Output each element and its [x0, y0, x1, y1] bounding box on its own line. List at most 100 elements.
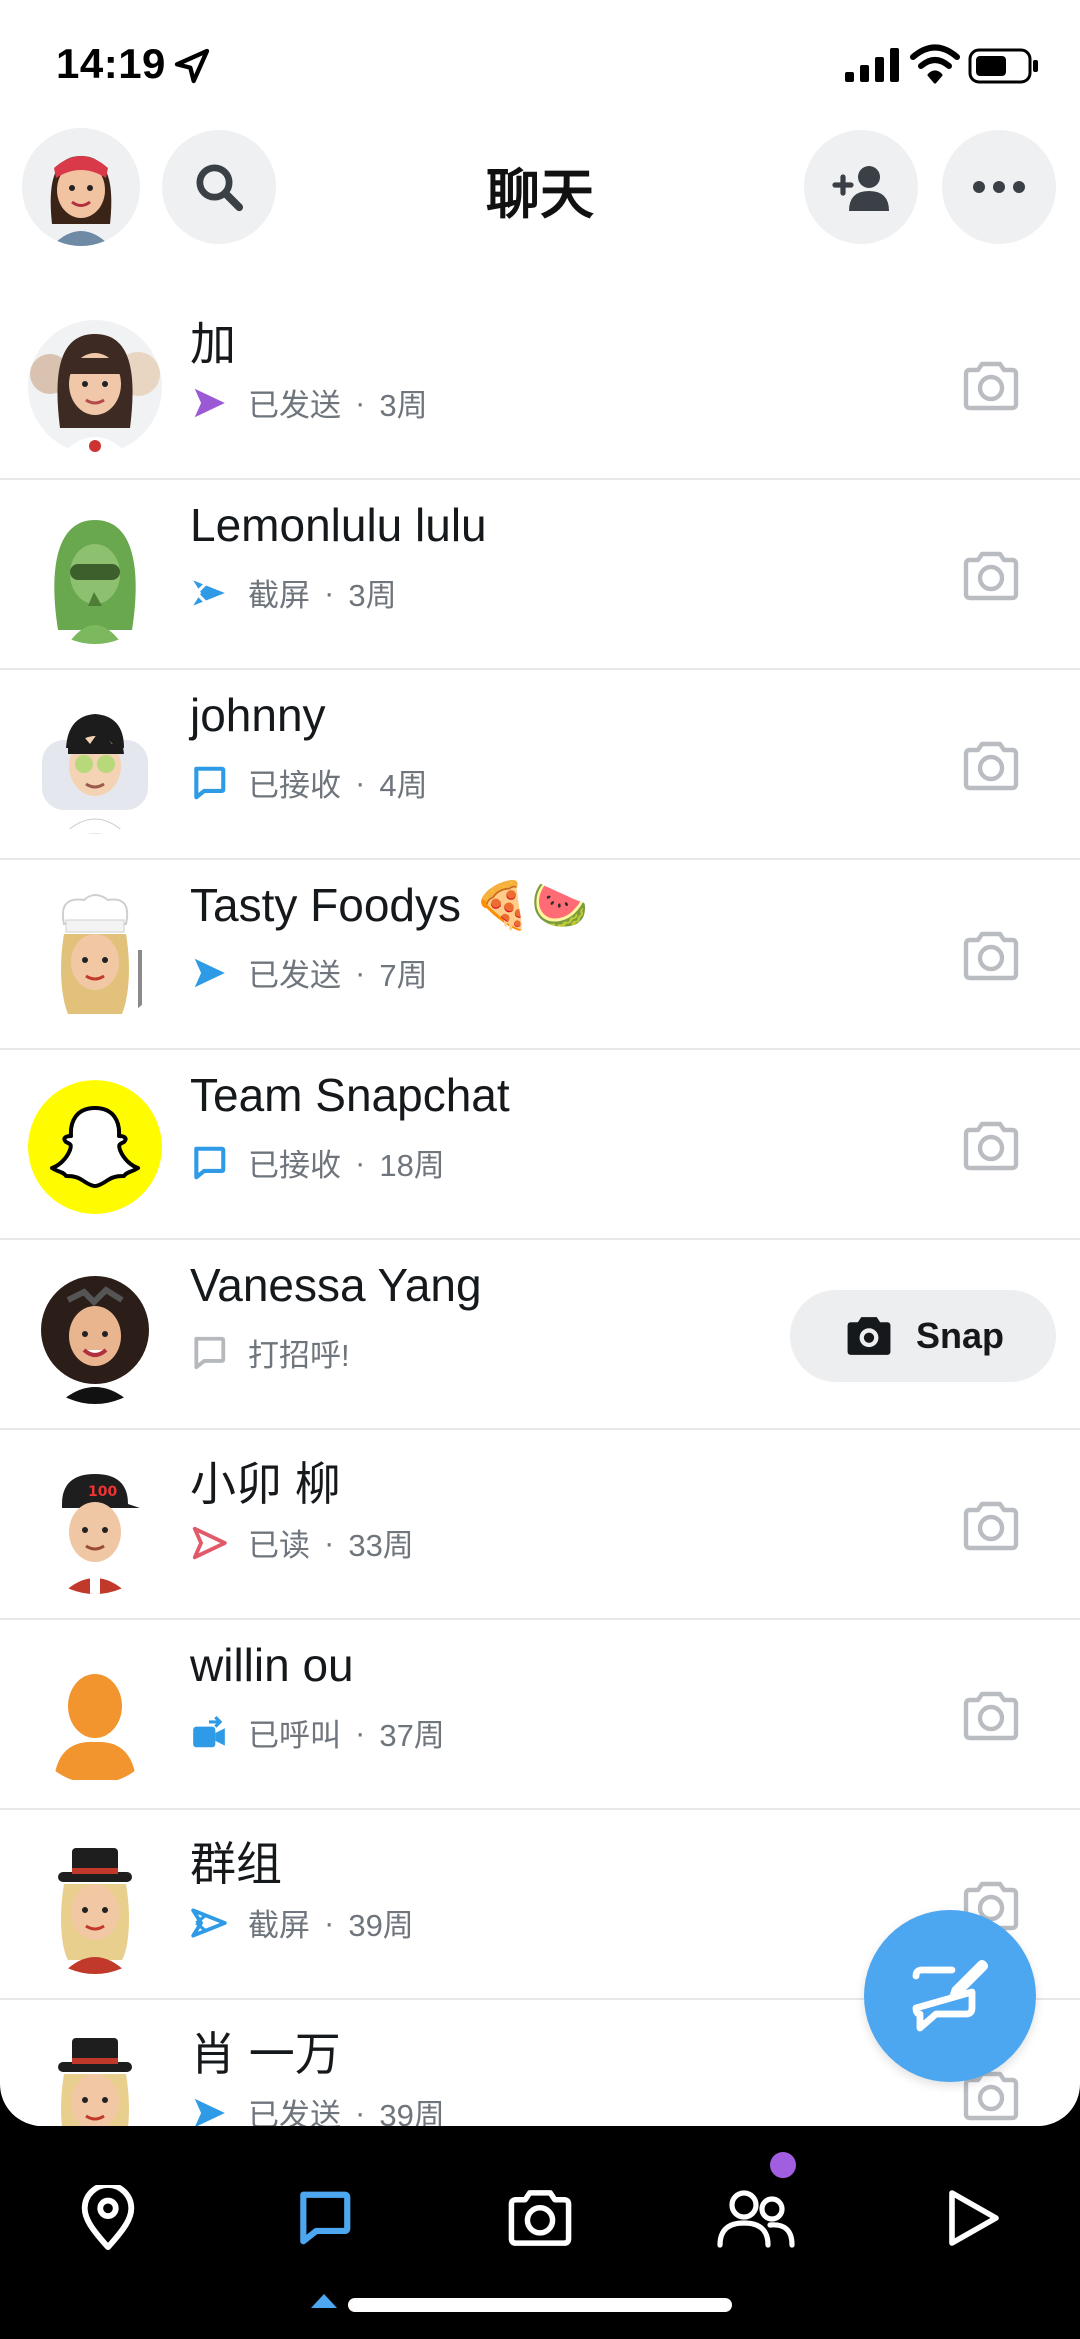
stories-play-icon: [949, 2190, 999, 2246]
new-chat-button[interactable]: [864, 1910, 1036, 2082]
bitmoji-avatar-icon: [28, 700, 162, 834]
chat-row[interactable]: 加 已发送 · 3周: [0, 290, 1080, 480]
friend-avatar: [28, 1650, 162, 1784]
separator-dot: ·: [355, 1144, 366, 1180]
separator-dot: ·: [355, 384, 366, 420]
chat-status-line: 已接收 · 4周: [190, 760, 428, 805]
camera-reply-icon[interactable]: [960, 548, 1022, 604]
more-dots-icon: [973, 181, 1025, 193]
chat-status: 已接收: [248, 1148, 341, 1183]
bitmoji-avatar-icon: [28, 1270, 162, 1404]
chat-time: 18周: [379, 1148, 445, 1183]
sent-arrow-icon: [194, 958, 225, 987]
separator-dot: ·: [355, 954, 366, 990]
new-chat-icon: [912, 1960, 988, 2032]
sent-arrow-icon: [194, 388, 225, 417]
friend-avatar: [28, 2030, 162, 2126]
camera-reply-icon[interactable]: [960, 1498, 1022, 1554]
nav-friends[interactable]: [716, 2178, 796, 2258]
battery-icon: [968, 48, 1038, 84]
friend-avatar: [28, 320, 162, 454]
chat-status-line: 已读 · 33周: [190, 1520, 414, 1565]
chat-list: 加 已发送 · 3周 Lemonlulu lulu 截屏 · 3周 johnny…: [0, 290, 1080, 2126]
chat-row[interactable]: Team Snapchat 已接收 · 18周: [0, 1050, 1080, 1240]
chat-status-line: 打招呼!: [190, 1330, 350, 1375]
chat-status: 截屏: [248, 1908, 310, 1943]
screenshot-icon: [193, 579, 225, 606]
chat-time: 39周: [348, 1908, 414, 1943]
map-pin-icon: [81, 2185, 135, 2251]
chat-status: 打招呼!: [248, 1338, 350, 1373]
friend-avatar: [28, 1080, 162, 1214]
camera-reply-icon[interactable]: [960, 1688, 1022, 1744]
chat-status-line: 已发送 · 7周: [190, 950, 428, 995]
chat-row[interactable]: Lemonlulu lulu 截屏 · 3周: [0, 480, 1080, 670]
empty-chat-icon: [194, 1336, 226, 1369]
bitmoji-avatar-icon: [28, 510, 162, 644]
chat-time: 37周: [379, 1718, 445, 1753]
separator-dot: ·: [324, 1904, 335, 1940]
chat-name: Tasty Foodys 🍕🍉: [190, 879, 589, 931]
camera-reply-icon[interactable]: [960, 738, 1022, 794]
camera-icon: [847, 1317, 891, 1355]
status-time: 14:19: [56, 40, 166, 87]
chat-time: 3周: [348, 578, 397, 613]
wifi-icon: [910, 44, 960, 84]
chat-row[interactable]: willin ou 已呼叫 · 37周: [0, 1620, 1080, 1810]
more-options-button[interactable]: [942, 130, 1056, 244]
chat-status: 已发送: [248, 2098, 341, 2126]
chat-name: 肖 一万: [190, 2028, 341, 2080]
camera-reply-icon[interactable]: [960, 358, 1022, 414]
chat-status-line: 截屏 · 39周: [190, 1900, 414, 1945]
friend-avatar: 100: [28, 1460, 162, 1594]
chat-row[interactable]: Tasty Foodys 🍕🍉 已发送 · 7周: [0, 860, 1080, 1050]
chat-time: 39周: [379, 2098, 445, 2126]
bottom-navigation: [0, 2126, 1080, 2339]
nav-map[interactable]: [68, 2178, 148, 2258]
sent-arrow-icon: [194, 2098, 225, 2126]
chat-name: johnny: [190, 689, 326, 741]
nav-camera[interactable]: [500, 2178, 580, 2258]
default-avatar-icon: [28, 1650, 162, 1784]
chat-status-line: 已发送 · 39周: [190, 2090, 445, 2126]
friend-avatar: [28, 1840, 162, 1974]
chat-status: 已发送: [248, 388, 341, 423]
screenshot-icon: [191, 1907, 227, 1938]
camera-reply-icon[interactable]: [960, 1118, 1022, 1174]
chat-status-line: 已呼叫 · 37周: [190, 1710, 445, 1755]
chat-time: 3周: [379, 388, 428, 423]
chat-status: 已接收: [248, 768, 341, 803]
friend-avatar: [28, 700, 162, 834]
bitmoji-avatar-icon: 100: [28, 1460, 162, 1594]
bitmoji-avatar-icon: [28, 2030, 162, 2126]
chat-status: 已发送: [248, 958, 341, 993]
chat-name: 群组: [190, 1838, 282, 1890]
chat-name: Vanessa Yang: [190, 1259, 482, 1311]
chat-status: 已呼叫: [248, 1718, 341, 1753]
nav-chat[interactable]: [284, 2178, 364, 2258]
friend-avatar: [28, 890, 162, 1024]
location-arrow-icon: [174, 48, 210, 84]
chat-row[interactable]: 100 小卯 柳 已读 · 33周: [0, 1430, 1080, 1620]
separator-dot: ·: [355, 1714, 366, 1750]
header: 聊天: [0, 120, 1080, 260]
bitmoji-avatar-icon: [28, 1840, 162, 1974]
nav-stories[interactable]: [932, 2178, 1012, 2258]
received-chat-icon: [194, 766, 226, 799]
camera-reply-icon[interactable]: [960, 928, 1022, 984]
chat-row[interactable]: johnny 已接收 · 4周: [0, 670, 1080, 860]
chat-row[interactable]: Vanessa Yang 打招呼! Snap: [0, 1240, 1080, 1430]
page-title: 聊天: [486, 165, 594, 225]
chat-name: 小卯 柳: [190, 1458, 341, 1510]
separator-dot: ·: [324, 574, 335, 610]
add-friend-button[interactable]: [804, 130, 918, 244]
snap-button[interactable]: Snap: [790, 1290, 1056, 1382]
friends-icon: [717, 2190, 795, 2248]
video-call-icon: [193, 1715, 225, 1747]
add-friend-icon: [832, 166, 889, 211]
snap-button-label: Snap: [915, 1315, 1004, 1356]
svg-text:100: 100: [88, 1484, 117, 1500]
chat-icon: [300, 2191, 351, 2245]
chat-time: 7周: [379, 958, 428, 993]
bitmoji-avatar-icon: [28, 890, 162, 1024]
